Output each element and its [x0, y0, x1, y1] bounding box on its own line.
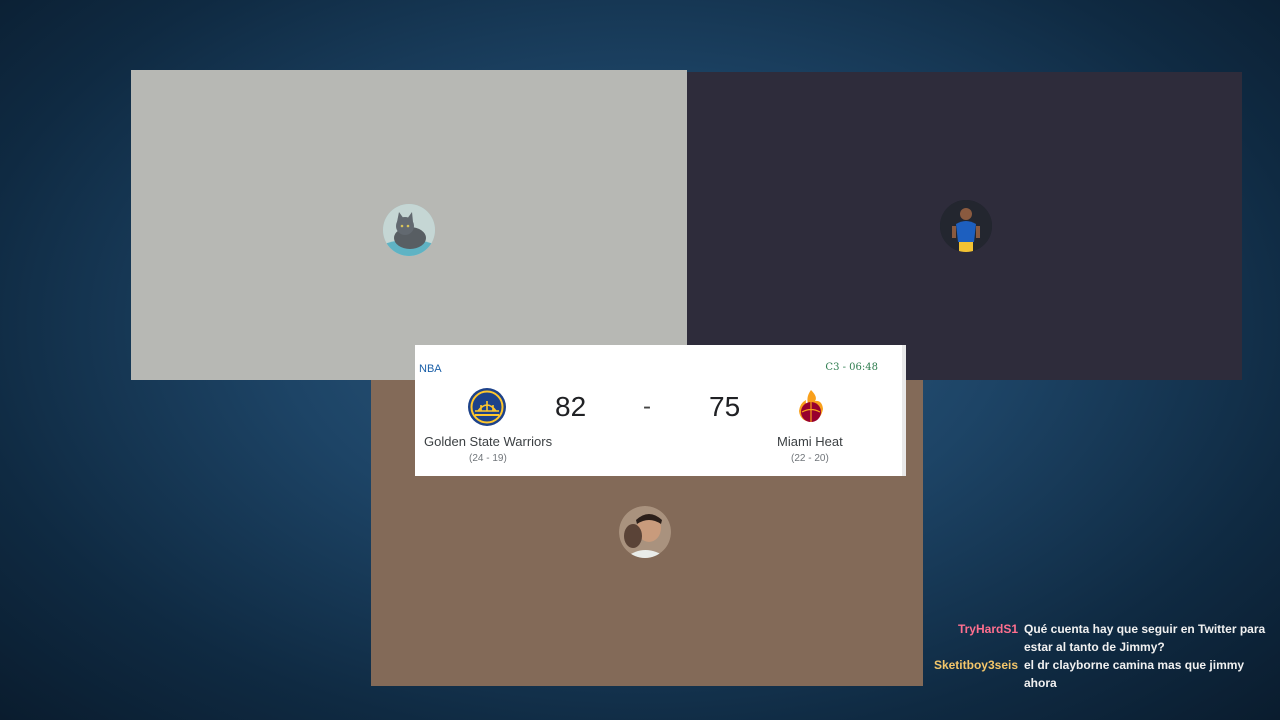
- video-tile-player[interactable]: [687, 72, 1242, 380]
- chat-text: el dr clayborne camina mas que jimmy aho…: [1024, 658, 1245, 690]
- cat-avatar: [383, 204, 435, 256]
- heat-logo-icon[interactable]: [791, 387, 831, 427]
- chat-text: Qué cuenta hay que seguir en Twitter par…: [1024, 622, 1266, 654]
- away-score: 75: [709, 391, 741, 422]
- home-team-name[interactable]: Golden State Warriors: [424, 434, 552, 449]
- chat-username: Sketitboy3seis: [933, 658, 1018, 672]
- person-avatar: [619, 506, 671, 558]
- chat-message: TryHardS1 Qué cuenta hay que seguir en T…: [930, 620, 1270, 656]
- league-label[interactable]: NBA: [419, 363, 442, 375]
- away-team-name[interactable]: Miami Heat: [777, 434, 843, 449]
- chat-username: TryHardS1: [957, 622, 1018, 636]
- chat-message: Sketitboy3seis el dr clayborne camina ma…: [930, 656, 1270, 692]
- chat-overlay: TryHardS1 Qué cuenta hay que seguir en T…: [930, 620, 1270, 692]
- home-score: 82: [555, 391, 587, 422]
- home-team-record: (24 - 19): [469, 453, 507, 464]
- away-team-record: (22 - 20): [791, 453, 829, 464]
- scoreboard-card[interactable]: NBA C3 - 06:48 82 - 75 Golden State Warr…: [415, 345, 906, 476]
- score-separator: -: [643, 393, 651, 420]
- player-avatar: [940, 200, 992, 252]
- game-clock: C3 - 06:48: [825, 362, 878, 373]
- warriors-logo-icon[interactable]: [467, 387, 507, 427]
- video-tile-cat[interactable]: [131, 70, 687, 380]
